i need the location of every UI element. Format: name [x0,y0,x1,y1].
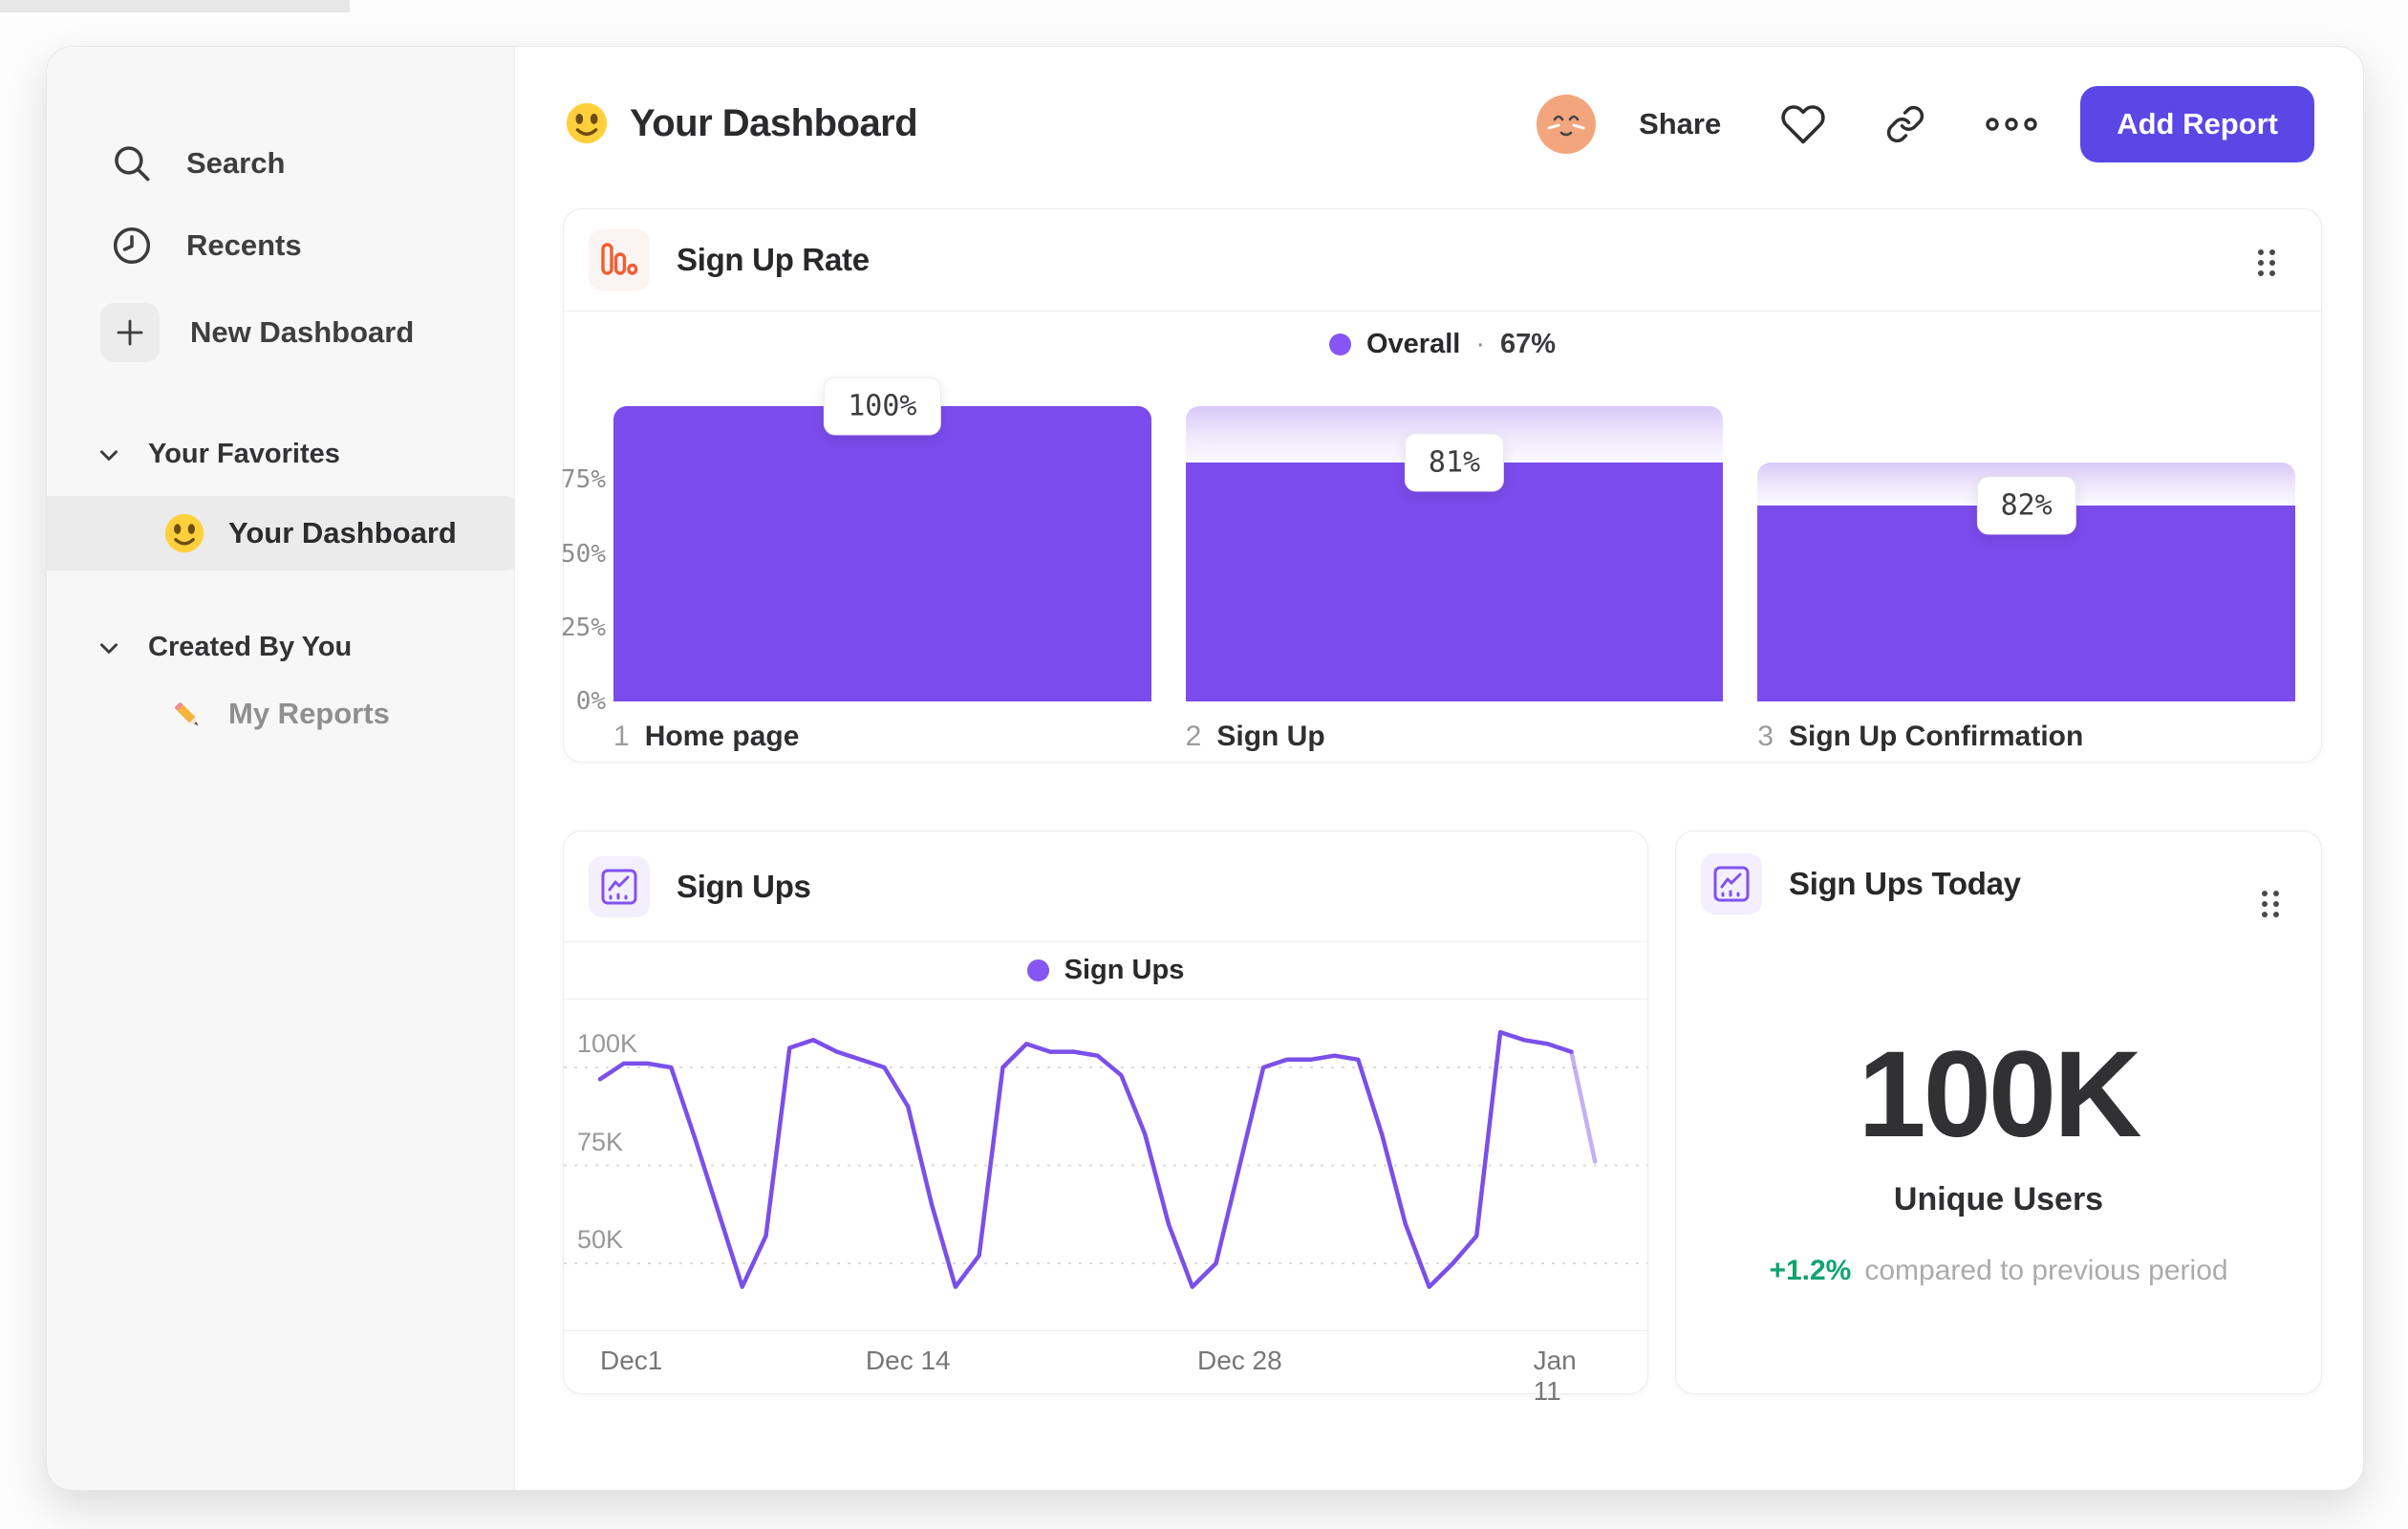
more-options-icon[interactable] [1985,110,2038,139]
metric-body: 100K Unique Users +1.2% compared to prev… [1676,1034,2321,1287]
smiley-emoji [565,101,609,145]
chevron-down-icon [95,634,123,662]
funnel-step-name: Home page [644,721,800,752]
funnel-step-number: 3 [1757,721,1774,752]
legend-dot [1026,958,1049,981]
funnel-bar [1185,462,1724,701]
funnel-y-tick: 75% [561,465,606,495]
line-chart-plot [564,1029,1647,1289]
section-header-label: Created By You [148,632,353,662]
line-y-tick-label: 75K [577,1127,624,1156]
line-x-tick-label: Dec1 [600,1346,663,1375]
header-actions: Share Add Report [1536,86,2314,162]
line-series-incomplete [1569,1049,1598,1164]
metric-delta-row: +1.2% compared to previous period [1769,1255,2227,1287]
smiley-emoji [163,512,205,554]
line-x-tick-label: Dec 14 [865,1346,951,1375]
sidebar-item-my-reports[interactable]: My Reports [165,693,390,735]
sidebar-item-search[interactable]: Search [108,140,285,187]
card-title: Sign Ups Today [1789,866,2021,901]
funnel-bar [613,406,1151,701]
funnel-step-name: Sign Up [1216,721,1325,752]
line-chart-icon [1701,853,1762,915]
sidebar-section-your-favorites[interactable]: Your Favorites [95,439,340,470]
sidebar-item-label: My Reports [228,697,390,730]
line-y-tick-label: 100K [577,1029,638,1058]
line-x-tick-label: Jan 11 [1533,1346,1577,1406]
share-button[interactable]: Share [1639,107,1721,141]
metric-value: 100K [1858,1026,2142,1163]
add-report-button[interactable]: Add Report [2080,86,2314,162]
funnel-bar-value-badge: 82% [1976,476,2076,535]
search-icon [108,140,156,187]
sidebar-section-created-by-you[interactable]: Created By You [95,632,352,663]
metric-label: Unique Users [1893,1181,2104,1217]
funnel-step-name: Sign Up Confirmation [1789,721,2084,752]
chevron-down-icon [95,441,123,469]
legend-series-name: Sign Ups [1064,954,1185,985]
sign-up-rate-card: Sign Up Rate Overall · 67% 75% 50% 25% 0% 10… [561,208,2322,763]
funnel-bar-value-badge: 100% [824,377,941,436]
line-series [597,1029,1574,1289]
pencil-icon [165,693,207,735]
x-axis-line [564,1330,1647,1331]
sidebar-item-label: Search [186,146,286,180]
sidebar-item-recents[interactable]: Recents [108,222,302,269]
line-legend: Sign Ups [564,941,1647,1000]
funnel-plot-area: 75% 50% 25% 0% 100% 1 Home page 81% 2 Sign Up 82% 3… [561,209,2321,762]
sign-ups-card: Sign Ups Sign Ups 100K 75K 50K Dec1 Dec 14 D… [563,830,1648,1406]
user-avatar[interactable] [1536,94,1597,155]
sidebar-item-label: Recents [186,228,302,262]
funnel-y-tick: 50% [561,539,606,569]
sign-ups-today-card: Sign Ups Today 100K Unique Users +1.2% c… [1675,830,2322,1394]
sidebar-item-your-dashboard[interactable]: Your Dashboard [47,496,540,571]
metric-delta: +1.2% [1769,1255,1852,1286]
line-chart-icon [589,855,650,917]
funnel-y-tick: 25% [561,613,606,642]
funnel-step-label: 3 Sign Up Confirmation [1757,721,2083,753]
card-header: Sign Ups Today [1676,831,2321,937]
page-header: Your Dashboard [565,85,918,162]
funnel-step-label: 2 Sign Up [1186,721,1325,753]
sidebar-item-new-dashboard[interactable]: New Dashboard [100,303,414,362]
funnel-bar-value-badge: 81% [1404,433,1505,492]
funnel-bar [1757,505,2295,701]
funnel-step-number: 1 [613,721,630,752]
metric-delta-note: compared to previous period [1864,1255,2228,1286]
drag-handle-icon[interactable] [2258,887,2283,926]
funnel-step-label: 1 Home page [613,721,799,753]
favorite-heart-icon[interactable] [1780,101,1826,147]
sidebar-item-label: New Dashboard [190,315,415,349]
page-title: Your Dashboard [630,101,918,144]
copy-link-icon[interactable] [1885,104,1925,144]
section-header-label: Your Favorites [148,439,340,469]
funnel-y-tick: 0% [575,687,606,716]
line-y-tick-label: 50K [577,1225,624,1254]
sidebar: Search Recents New Dashboard Your Favori… [47,47,540,1490]
background-window-edge [0,0,350,12]
card-title: Sign Ups [677,868,811,904]
sidebar-item-label: Your Dashboard [228,516,457,549]
main-content: Your Dashboard Share Add Report Sign Up … [515,47,2363,1490]
line-x-tick-label: Dec 28 [1196,1346,1282,1375]
app-window: Search Recents New Dashboard Your Favori… [46,46,2364,1491]
clock-icon [108,222,156,269]
funnel-step-number: 2 [1185,721,1202,752]
plus-icon [100,303,160,362]
card-header: Sign Ups [564,831,1647,942]
